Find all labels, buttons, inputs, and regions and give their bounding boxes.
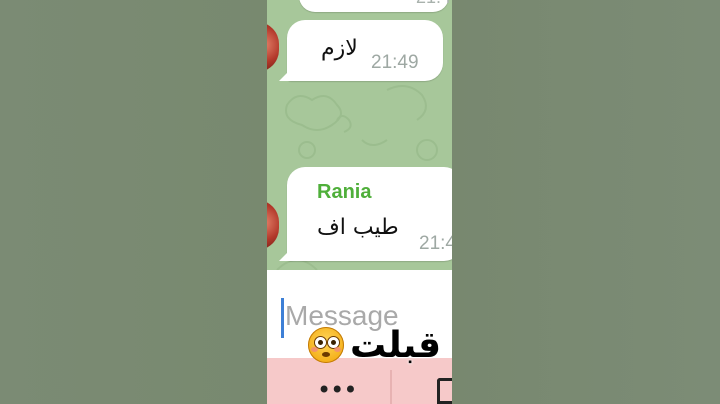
message-bubble-previous[interactable]: 21:4 — [299, 0, 451, 12]
video-caption: قبلت — [308, 322, 441, 368]
message-time: 21:4 — [416, 0, 451, 8]
left-blur-background — [0, 0, 267, 404]
message-text: طيب اف — [317, 215, 399, 240]
emoji-mouth — [322, 352, 330, 357]
message-bubble[interactable]: لازم 21:49 — [279, 20, 443, 81]
message-bubble[interactable]: Rania طيب اف 21:4 — [279, 167, 452, 261]
toolbar-divider — [390, 370, 392, 404]
more-options-icon[interactable]: ••• — [317, 378, 357, 402]
right-blur-background — [452, 0, 720, 404]
text-cursor — [281, 298, 284, 338]
emoji-cheek-left — [311, 347, 318, 352]
sender-name[interactable]: Rania — [317, 181, 371, 204]
message-text: لازم — [321, 36, 358, 61]
caption-text: قبلت — [350, 324, 442, 366]
clipboard-icon[interactable] — [437, 378, 452, 404]
message-time: 21:49 — [371, 52, 419, 73]
flushed-face-emoji-icon — [308, 327, 344, 363]
message-time: 21:4 — [419, 233, 452, 254]
emoji-cheek-right — [334, 347, 341, 352]
